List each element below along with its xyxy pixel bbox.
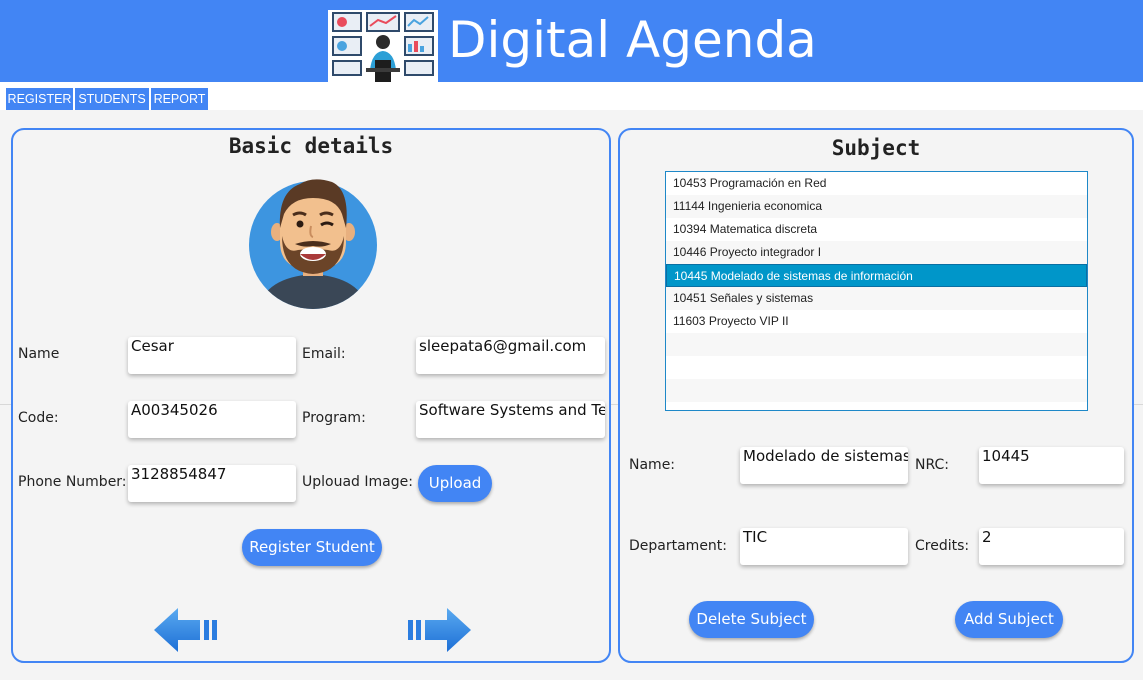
list-item[interactable]: 10394 Matematica discreta <box>666 218 1087 241</box>
upload-button[interactable]: Upload <box>418 465 492 502</box>
name-field[interactable]: Cesar <box>128 337 296 374</box>
list-item[interactable]: 10446 Proyecto integrador I <box>666 241 1087 264</box>
empty-list-row <box>666 333 1087 356</box>
subject-title: Subject <box>831 136 921 160</box>
tab-bar: REGISTER STUDENTS REPORT <box>0 82 1143 110</box>
register-student-button[interactable]: Register Student <box>242 529 382 566</box>
list-item-selected[interactable]: 10445 Modelado de sistemas de informació… <box>666 264 1087 287</box>
tab-students[interactable]: STUDENTS <box>75 88 150 110</box>
bearded-man-avatar <box>249 179 377 309</box>
tab-register[interactable]: REGISTER <box>6 88 74 110</box>
list-item[interactable]: 11603 Proyecto VIP II <box>666 310 1087 333</box>
tab-report[interactable]: REPORT <box>151 88 209 110</box>
basic-details-panel: Basic details Name Cesar Email: sleepata… <box>11 128 611 663</box>
arrow-left-icon[interactable] <box>152 606 220 654</box>
basic-details-title: Basic details <box>228 134 394 158</box>
empty-list-row <box>666 379 1087 402</box>
credits-field[interactable]: 2 <box>979 528 1124 565</box>
department-field[interactable]: TIC <box>740 528 908 565</box>
arrow-right-icon[interactable] <box>405 606 473 654</box>
add-subject-button[interactable]: Add Subject <box>955 601 1063 638</box>
subject-name-label: Name: <box>629 457 676 473</box>
subject-panel: Subject 10453 Programación en Red 11144 … <box>618 128 1134 663</box>
subject-name-field[interactable]: Modelado de sistemas de información <box>740 447 908 484</box>
empty-list-row <box>666 356 1087 379</box>
monitoring-desk-icon <box>328 10 438 82</box>
email-label: Email: <box>302 346 346 362</box>
program-field[interactable]: Software Systems and Telematics <box>416 401 605 438</box>
nrc-field[interactable]: 10445 <box>979 447 1124 484</box>
code-label: Code: <box>18 410 59 426</box>
phone-number-label: Phone Number: <box>18 474 127 490</box>
phone-number-field[interactable]: 3128854847 <box>128 465 296 502</box>
credits-label: Credits: <box>915 538 970 554</box>
upload-image-label: Uplouad Image: <box>302 474 413 490</box>
list-item[interactable]: 10453 Programación en Red <box>666 172 1087 195</box>
delete-subject-button[interactable]: Delete Subject <box>689 601 814 638</box>
email-field[interactable]: sleepata6@gmail.com <box>416 337 605 374</box>
department-label: Departament: <box>629 538 728 554</box>
app-header: Digital Agenda <box>0 0 1143 82</box>
program-label: Program: <box>302 410 366 426</box>
app-title: Digital Agenda <box>448 11 817 69</box>
name-label: Name <box>18 346 60 362</box>
subject-list[interactable]: 10453 Programación en Red 11144 Ingenier… <box>665 171 1088 411</box>
list-item[interactable]: 10451 Señales y sistemas <box>666 287 1087 310</box>
nrc-label: NRC: <box>915 457 949 473</box>
list-item[interactable]: 11144 Ingenieria economica <box>666 195 1087 218</box>
code-field[interactable]: A00345026 <box>128 401 296 438</box>
